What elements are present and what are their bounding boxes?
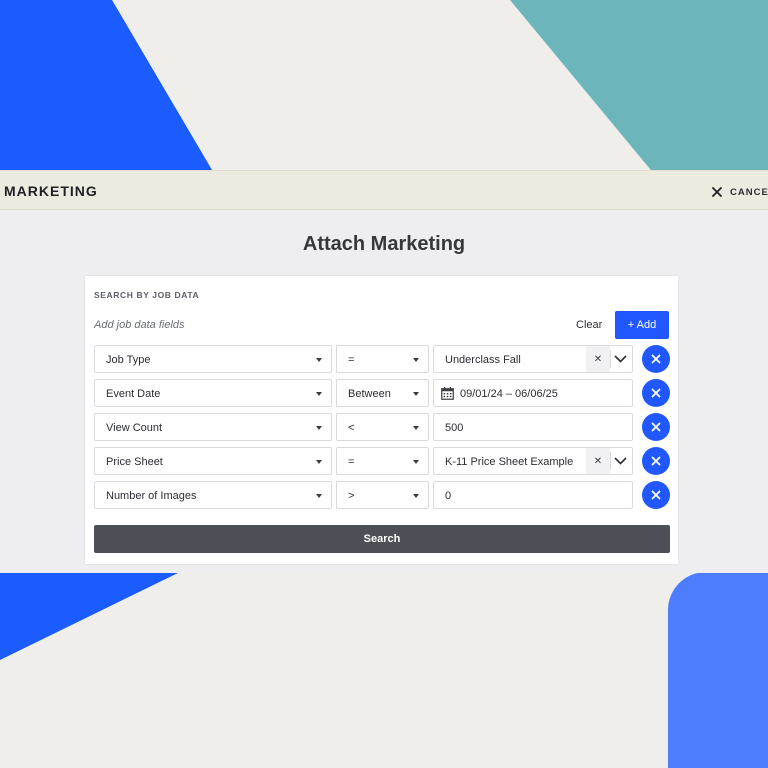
field-select-value: View Count (106, 422, 163, 434)
background-shape-teal-top-right (510, 0, 768, 175)
caret-down-icon (316, 460, 322, 464)
field-select[interactable]: Job Type (94, 345, 332, 373)
caret-down-icon (316, 426, 322, 430)
field-select[interactable]: Event Date (94, 379, 332, 407)
clear-button[interactable]: Clear (576, 319, 602, 331)
remove-row-button[interactable] (642, 345, 670, 373)
chevron-down-icon[interactable] (614, 457, 627, 465)
caret-down-icon (413, 460, 419, 464)
value-input[interactable]: 500 (433, 413, 633, 441)
close-icon (651, 490, 661, 500)
section-label: SEARCH BY JOB DATA (94, 290, 200, 300)
value-input[interactable]: 0 (433, 481, 633, 509)
operator-select-value: Between (348, 388, 391, 400)
clear-value-icon[interactable]: ✕ (586, 448, 610, 474)
remove-row-button[interactable] (642, 379, 670, 407)
operator-select[interactable]: > (336, 481, 429, 509)
remove-row-button[interactable] (642, 413, 670, 441)
filter-row: Job Type = Underclass Fall ✕ (94, 345, 670, 373)
background-shape-blue-top-left (0, 0, 215, 175)
caret-down-icon (413, 494, 419, 498)
field-select-value: Event Date (106, 388, 161, 400)
clear-value-icon[interactable]: ✕ (586, 346, 610, 372)
close-icon (712, 187, 722, 197)
operator-select[interactable]: = (336, 345, 429, 373)
attach-marketing-modal: MARKETING CANCEL Attach Marketing SEARCH… (0, 170, 768, 573)
filter-row: View Count < 500 (94, 413, 670, 441)
modal-header: MARKETING CANCEL (0, 170, 768, 210)
value-select[interactable]: K-11 Price Sheet Example ✕ (433, 447, 633, 475)
filter-row: Event Date Between 09/01/24 – 06/06/25 (94, 379, 670, 407)
caret-down-icon (413, 426, 419, 430)
value-select-value: K-11 Price Sheet Example (445, 456, 574, 468)
divider (610, 452, 611, 470)
close-icon (651, 354, 661, 364)
caret-down-icon (316, 358, 322, 362)
field-select[interactable]: Number of Images (94, 481, 332, 509)
background-shape-blue-bottom-right (668, 572, 768, 768)
add-fields-placeholder: Add job data fields (94, 319, 185, 331)
value-select[interactable]: Underclass Fall ✕ (433, 345, 633, 373)
cancel-button[interactable]: CANCEL (712, 184, 768, 200)
search-button[interactable]: Search (94, 525, 670, 553)
filter-row: Number of Images > 0 (94, 481, 670, 509)
operator-select[interactable]: Between (336, 379, 429, 407)
calendar-icon (441, 387, 454, 400)
value-input-value: 0 (445, 490, 452, 502)
value-select-value: Underclass Fall (445, 354, 521, 366)
filter-row: Price Sheet = K-11 Price Sheet Example ✕ (94, 447, 670, 475)
remove-row-button[interactable] (642, 481, 670, 509)
page-title: Attach Marketing (302, 233, 466, 255)
field-select-value: Number of Images (106, 490, 197, 502)
caret-down-icon (316, 392, 322, 396)
operator-select-value: < (348, 422, 355, 434)
background-shape-blue-bottom-left (0, 572, 180, 660)
operator-select-value: = (348, 354, 355, 366)
operator-select-value: > (348, 490, 355, 502)
field-select-value: Price Sheet (106, 456, 163, 468)
close-icon (651, 388, 661, 398)
field-select[interactable]: Price Sheet (94, 447, 332, 475)
operator-select-value: = (348, 456, 355, 468)
remove-row-button[interactable] (642, 447, 670, 475)
field-select-value: Job Type (106, 354, 151, 366)
caret-down-icon (413, 392, 419, 396)
caret-down-icon (316, 494, 322, 498)
caret-down-icon (413, 358, 419, 362)
date-range-input[interactable]: 09/01/24 – 06/06/25 (433, 379, 633, 407)
operator-select[interactable]: < (336, 413, 429, 441)
cancel-label: CANCEL (730, 186, 768, 198)
chevron-down-icon[interactable] (614, 355, 627, 363)
add-button[interactable]: + Add (615, 311, 669, 339)
close-icon (651, 456, 661, 466)
field-select[interactable]: View Count (94, 413, 332, 441)
search-card: SEARCH BY JOB DATA Add job data fields C… (85, 276, 678, 564)
modal-header-title: MARKETING (4, 183, 98, 199)
value-input-value: 500 (445, 422, 464, 434)
operator-select[interactable]: = (336, 447, 429, 475)
date-range-value: 09/01/24 – 06/06/25 (460, 388, 558, 400)
close-icon (651, 422, 661, 432)
divider (610, 350, 611, 368)
